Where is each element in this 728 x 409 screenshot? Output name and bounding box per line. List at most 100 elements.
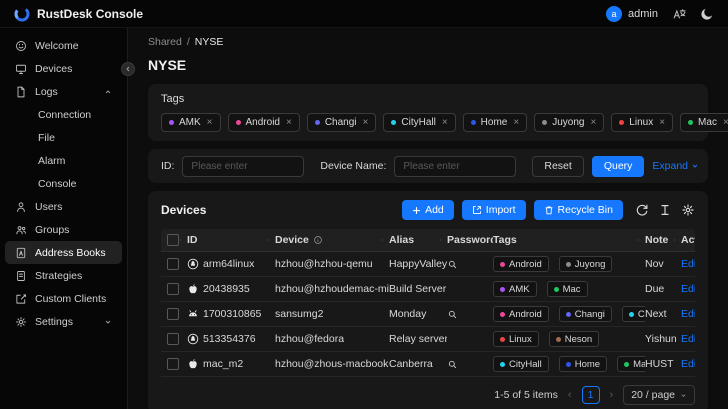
sidebar-item-alarm[interactable]: Alarm [5, 149, 122, 172]
chevron-down-icon [691, 162, 699, 170]
device-id: 20438935 [203, 283, 250, 295]
device-name: hzhou@fedora [275, 333, 389, 345]
gear-icon [15, 316, 27, 328]
tag-label: Android [509, 309, 542, 320]
row-checkbox[interactable] [167, 333, 179, 345]
page-size-select[interactable]: 20 / page [623, 385, 695, 405]
sidebar-item-settings[interactable]: Settings [5, 310, 122, 333]
row-density-icon[interactable] [658, 203, 672, 217]
refresh-icon[interactable] [635, 203, 649, 217]
reset-button[interactable]: Reset [532, 156, 583, 177]
view-password-icon[interactable] [447, 309, 458, 320]
row-tag-chip: Android [493, 256, 549, 272]
tag-color-dot [500, 337, 505, 342]
header-alias: Alias [389, 234, 447, 246]
sidebar-item-users[interactable]: Users [5, 195, 122, 218]
linux-icon [187, 258, 199, 270]
edit-link[interactable]: Edit [681, 333, 695, 345]
tag-chip-amk[interactable]: AMK × [161, 113, 221, 132]
edit-square-icon [15, 293, 27, 305]
sidebar-item-welcome[interactable]: Welcome [5, 34, 122, 57]
edit-link[interactable]: Edit [681, 308, 695, 320]
devices-card: Devices Add Import Recycle Bin [148, 191, 708, 409]
header-password: Password [447, 234, 493, 246]
row-checkbox[interactable] [167, 258, 179, 270]
tag-remove-icon[interactable]: × [286, 117, 292, 128]
sidebar-label: Console [38, 178, 77, 190]
column-settings-gear-icon[interactable] [681, 203, 695, 217]
sidebar-label: Alarm [38, 155, 65, 167]
tag-label: Home [481, 117, 508, 128]
user-menu[interactable]: a admin [606, 6, 658, 22]
tag-remove-icon[interactable]: × [723, 117, 728, 128]
sidebar-label: Welcome [35, 40, 79, 52]
tag-remove-icon[interactable]: × [513, 117, 519, 128]
select-all-checkbox[interactable] [167, 234, 179, 246]
sidebar-item-strategies[interactable]: Strategies [5, 264, 122, 287]
tag-remove-icon[interactable]: × [363, 117, 369, 128]
row-tag-chip: Juyong [559, 256, 613, 272]
tag-chip-list: AMK × Android × Changi × CityHall × [161, 113, 695, 132]
tag-chip-mac[interactable]: Mac × [680, 113, 728, 132]
query-button[interactable]: Query [592, 156, 645, 177]
tag-remove-icon[interactable]: × [590, 117, 596, 128]
device-alias: Relay server [389, 333, 447, 345]
translate-icon[interactable] [672, 7, 686, 21]
info-icon[interactable] [313, 235, 323, 245]
device-alias: Build Server [389, 283, 447, 295]
tag-chip-changi[interactable]: Changi × [307, 113, 377, 132]
view-password-icon[interactable] [447, 259, 458, 270]
prev-page-button[interactable]: ‹ [566, 389, 574, 401]
sidebar-label: Groups [35, 224, 69, 236]
tag-label: Linux [629, 117, 653, 128]
tag-remove-icon[interactable]: × [207, 117, 213, 128]
edit-link[interactable]: Edit [681, 358, 695, 370]
username: admin [628, 8, 658, 20]
tag-chip-linux[interactable]: Linux × [611, 113, 673, 132]
add-device-button[interactable]: Add [402, 200, 454, 220]
tag-label: Mac [633, 359, 645, 370]
tag-chip-android[interactable]: Android × [228, 113, 300, 132]
breadcrumb-parent[interactable]: Shared [148, 36, 182, 48]
sidebar-item-devices[interactable]: Devices [5, 57, 122, 80]
row-checkbox[interactable] [167, 358, 179, 370]
sidebar-item-logs[interactable]: Logs [5, 80, 122, 103]
main-content: Shared / NYSE NYSE Tags AMK × Android × [128, 28, 728, 409]
sidebar-item-console[interactable]: Console [5, 172, 122, 195]
page-number-button[interactable]: 1 [582, 386, 600, 404]
tag-chip-juyong[interactable]: Juyong × [534, 113, 604, 132]
tag-remove-icon[interactable]: × [442, 117, 448, 128]
import-button[interactable]: Import [462, 200, 526, 220]
sidebar-item-groups[interactable]: Groups [5, 218, 122, 241]
sidebar-item-file[interactable]: File [5, 126, 122, 149]
table-header-row: ID Device Alias Password Tags Note Actio… [161, 229, 695, 252]
expand-link[interactable]: Expand [652, 160, 699, 172]
tag-chip-home[interactable]: Home × [463, 113, 528, 132]
smiley-icon [15, 40, 27, 52]
sidebar-item-custom-clients[interactable]: Custom Clients [5, 287, 122, 310]
tag-color-dot [391, 120, 396, 125]
sidebar-label: File [38, 132, 55, 144]
sidebar-item-address-books[interactable]: Address Books [5, 241, 122, 264]
edit-link[interactable]: Edit [681, 283, 695, 295]
row-checkbox[interactable] [167, 283, 179, 295]
header-note: Note [645, 234, 681, 246]
recycle-bin-button[interactable]: Recycle Bin [534, 200, 623, 220]
tag-color-dot [500, 287, 505, 292]
sidebar-collapse-button[interactable] [121, 62, 135, 76]
tag-color-dot [315, 120, 320, 125]
sidebar-item-connection[interactable]: Connection [5, 103, 122, 126]
device-name: sansumg2 [275, 308, 389, 320]
device-name: hzhou@zhous-macbook-air [275, 358, 389, 370]
id-filter-input[interactable] [182, 156, 304, 177]
tag-chip-cityhall[interactable]: CityHall × [383, 113, 455, 132]
avatar[interactable]: a [606, 6, 622, 22]
next-page-button[interactable]: › [608, 389, 616, 401]
tag-remove-icon[interactable]: × [659, 117, 665, 128]
edit-link[interactable]: Edit [681, 258, 695, 270]
tag-label: Android [246, 117, 280, 128]
view-password-icon[interactable] [447, 359, 458, 370]
dark-mode-moon-icon[interactable] [700, 7, 714, 21]
row-checkbox[interactable] [167, 308, 179, 320]
device-name-filter-input[interactable] [394, 156, 516, 177]
